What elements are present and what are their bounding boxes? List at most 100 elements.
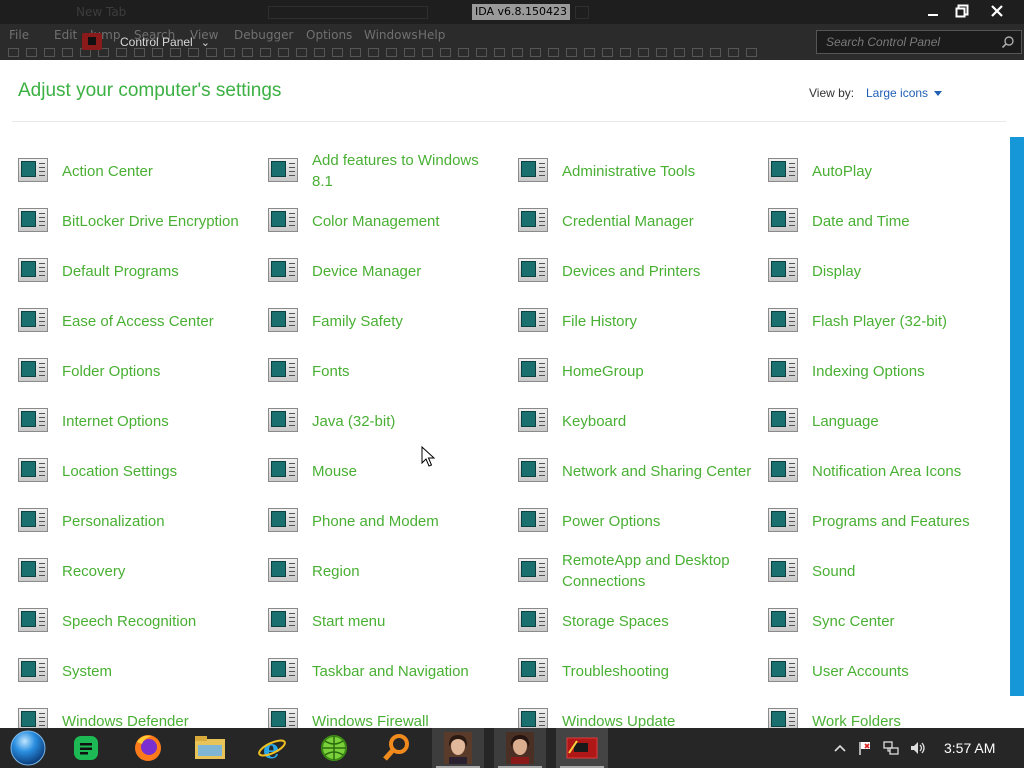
control-panel-applet-icon[interactable] — [268, 208, 300, 234]
cp-item-ease-of-access-center[interactable]: Ease of Access Center — [18, 296, 268, 346]
taskbar-internet-explorer[interactable]: e — [246, 728, 298, 768]
control-panel-applet-icon[interactable] — [768, 358, 800, 384]
control-panel-applet-icon[interactable] — [268, 358, 300, 384]
control-panel-applet-icon[interactable] — [268, 658, 300, 684]
control-panel-applet-icon[interactable] — [18, 608, 50, 634]
cp-item-label[interactable]: Ease of Access Center — [62, 311, 252, 332]
control-panel-applet-icon[interactable] — [18, 408, 50, 434]
control-panel-applet-icon[interactable] — [18, 158, 50, 184]
restore-button[interactable] — [947, 0, 977, 22]
cp-item-label[interactable]: Windows Defender — [62, 711, 252, 729]
cp-item-label[interactable]: Power Options — [562, 511, 752, 532]
cp-item-taskbar-and-navigation[interactable]: Taskbar and Navigation — [268, 646, 518, 696]
cp-item-mouse[interactable]: Mouse — [268, 446, 518, 496]
cp-item-label[interactable]: Mouse — [312, 461, 502, 482]
network-icon[interactable] — [883, 740, 899, 756]
control-panel-applet-icon[interactable] — [268, 408, 300, 434]
cp-item-windows-update[interactable]: Windows Update — [518, 696, 768, 728]
cp-item-sound[interactable]: Sound — [768, 546, 1003, 596]
taskbar-globe[interactable] — [308, 728, 360, 768]
control-panel-applet-icon[interactable] — [768, 208, 800, 234]
control-panel-applet-icon[interactable] — [268, 158, 300, 184]
cp-item-label[interactable]: File History — [562, 311, 752, 332]
control-panel-applet-icon[interactable] — [768, 708, 800, 728]
cp-item-label[interactable]: Sound — [812, 561, 1002, 582]
cp-item-sync-center[interactable]: Sync Center — [768, 596, 1003, 646]
cp-item-label[interactable]: Language — [812, 411, 1002, 432]
cp-item-label[interactable]: Family Safety — [312, 311, 502, 332]
cp-item-label[interactable]: Programs and Features — [812, 511, 1002, 532]
taskbar-file-explorer[interactable] — [184, 728, 236, 768]
cp-item-label[interactable]: Phone and Modem — [312, 511, 502, 532]
cp-item-add-features-to-windows-8-1[interactable]: Add features to Windows 8.1 — [268, 146, 518, 196]
cp-item-devices-and-printers[interactable]: Devices and Printers — [518, 246, 768, 296]
chevron-up-icon[interactable] — [833, 741, 847, 755]
minimize-button[interactable] — [918, 0, 948, 22]
cp-item-label[interactable]: System — [62, 661, 252, 682]
cp-item-work-folders[interactable]: Work Folders — [768, 696, 1003, 728]
menu-options[interactable]: Options — [306, 28, 364, 42]
cp-item-label[interactable]: BitLocker Drive Encryption — [62, 211, 252, 232]
cp-item-system[interactable]: System — [18, 646, 268, 696]
control-panel-applet-icon[interactable] — [518, 658, 550, 684]
control-panel-applet-icon[interactable] — [518, 258, 550, 284]
cp-item-label[interactable]: Add features to Windows 8.1 — [312, 150, 502, 192]
search-icon[interactable] — [1001, 35, 1015, 49]
control-panel-applet-icon[interactable] — [518, 408, 550, 434]
view-by-dropdown[interactable]: Large icons — [866, 86, 943, 100]
cp-item-label[interactable]: Taskbar and Navigation — [312, 661, 502, 682]
cp-item-label[interactable]: Notification Area Icons — [812, 461, 1002, 482]
menu-file[interactable]: File — [9, 28, 54, 42]
dropdown-caret-icon[interactable] — [934, 90, 943, 96]
control-panel-applet-icon[interactable] — [18, 258, 50, 284]
control-panel-applet-icon[interactable] — [18, 358, 50, 384]
cp-item-color-management[interactable]: Color Management — [268, 196, 518, 246]
cp-item-administrative-tools[interactable]: Administrative Tools — [518, 146, 768, 196]
cp-item-label[interactable]: Personalization — [62, 511, 252, 532]
control-panel-applet-icon[interactable] — [18, 458, 50, 484]
cp-item-notification-area-icons[interactable]: Notification Area Icons — [768, 446, 1003, 496]
cp-item-storage-spaces[interactable]: Storage Spaces — [518, 596, 768, 646]
taskbar-portrait-app-2[interactable] — [494, 728, 546, 768]
chevron-down-icon[interactable]: ⌄ — [201, 36, 210, 49]
taskbar-ida[interactable] — [556, 728, 608, 768]
cp-item-date-and-time[interactable]: Date and Time — [768, 196, 1003, 246]
cp-item-file-history[interactable]: File History — [518, 296, 768, 346]
cp-item-label[interactable]: Folder Options — [62, 361, 252, 382]
cp-item-label[interactable]: Work Folders — [812, 711, 1002, 729]
cp-item-keyboard[interactable]: Keyboard — [518, 396, 768, 446]
breadcrumb-control-panel[interactable]: Control Panel — [120, 35, 193, 49]
control-panel-applet-icon[interactable] — [268, 608, 300, 634]
cp-item-family-safety[interactable]: Family Safety — [268, 296, 518, 346]
cp-item-display[interactable]: Display — [768, 246, 1003, 296]
control-panel-applet-icon[interactable] — [518, 558, 550, 584]
cp-item-label[interactable]: User Accounts — [812, 661, 1002, 682]
cp-item-recovery[interactable]: Recovery — [18, 546, 268, 596]
control-panel-applet-icon[interactable] — [518, 708, 550, 728]
cp-item-java-32-bit[interactable]: Java (32-bit) — [268, 396, 518, 446]
cp-item-troubleshooting[interactable]: Troubleshooting — [518, 646, 768, 696]
menu-windows[interactable]: Windows — [364, 28, 418, 42]
control-panel-applet-icon[interactable] — [768, 508, 800, 534]
cp-item-location-settings[interactable]: Location Settings — [18, 446, 268, 496]
breadcrumb[interactable]: Control Panel ⌄ — [120, 35, 210, 49]
control-panel-applet-icon[interactable] — [18, 658, 50, 684]
control-panel-applet-icon[interactable] — [268, 308, 300, 334]
cp-item-internet-options[interactable]: Internet Options — [18, 396, 268, 446]
cp-item-programs-and-features[interactable]: Programs and Features — [768, 496, 1003, 546]
control-panel-applet-icon[interactable] — [518, 458, 550, 484]
cp-item-label[interactable]: Internet Options — [62, 411, 252, 432]
control-panel-applet-icon[interactable] — [768, 308, 800, 334]
cp-item-label[interactable]: Start menu — [312, 611, 502, 632]
cp-item-language[interactable]: Language — [768, 396, 1003, 446]
cp-item-label[interactable]: Windows Update — [562, 711, 752, 729]
menu-debugger[interactable]: Debugger — [234, 28, 306, 42]
cp-item-label[interactable]: Date and Time — [812, 211, 1002, 232]
cp-item-label[interactable]: Color Management — [312, 211, 502, 232]
cp-item-label[interactable]: Keyboard — [562, 411, 752, 432]
control-panel-applet-icon[interactable] — [518, 308, 550, 334]
cp-item-label[interactable]: Devices and Printers — [562, 261, 752, 282]
taskbar-search[interactable] — [370, 728, 422, 768]
cp-item-label[interactable]: Troubleshooting — [562, 661, 752, 682]
control-panel-applet-icon[interactable] — [18, 208, 50, 234]
